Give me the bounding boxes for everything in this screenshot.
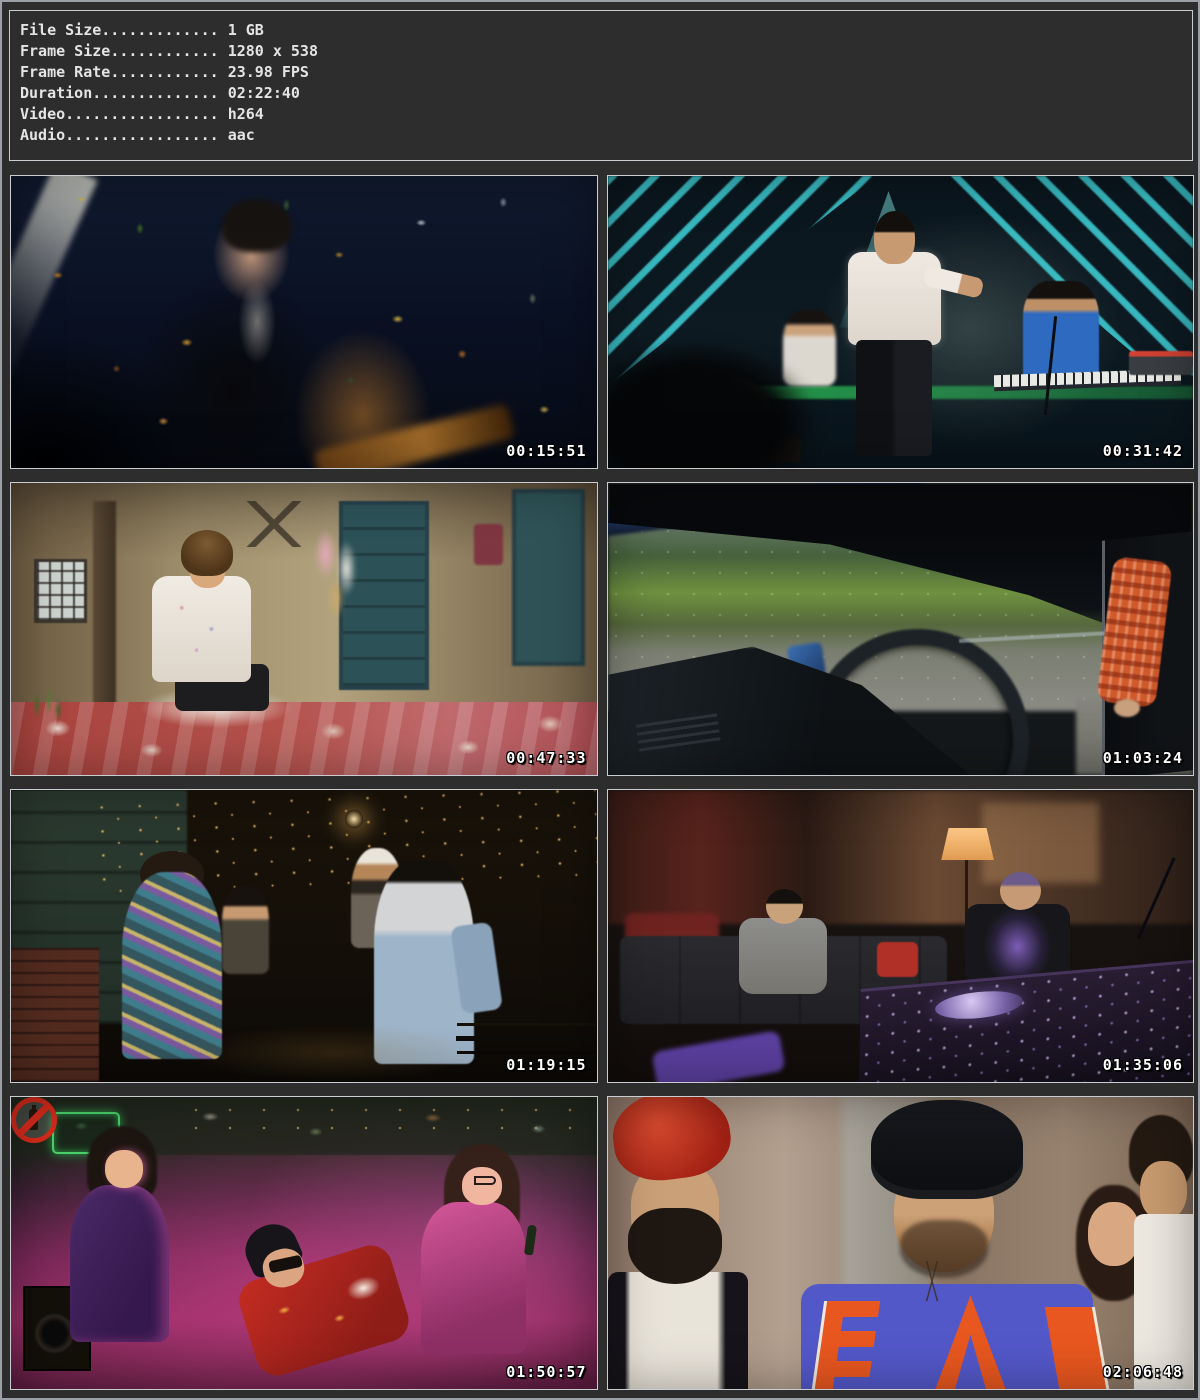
synth-module [1129, 351, 1193, 374]
info-dots: ................. [65, 105, 219, 123]
green-stage-light [748, 386, 1193, 399]
timestamp: 01:19:15 [506, 1056, 586, 1074]
teal-door-right [512, 489, 584, 666]
info-label: Frame Rate [20, 63, 110, 81]
file-info-row: Frame Size............ 1280 x 538 [20, 41, 1192, 62]
young-man-face [1140, 1161, 1187, 1219]
file-info-row: Duration.............. 02:22:40 [20, 83, 1192, 104]
window [34, 559, 87, 623]
man-hair [181, 530, 234, 577]
file-info-row: Audio................. aac [20, 125, 1192, 146]
media-info-sheet: { "page": { "background": "#2d2d2d", "fr… [0, 0, 1200, 1400]
file-info-row: Frame Rate............ 23.98 FPS [20, 62, 1192, 83]
man-white-shirt [152, 576, 252, 681]
man1-head [766, 889, 803, 924]
singer-shirt [848, 252, 942, 345]
ground-glow [187, 1024, 480, 1082]
info-value: aac [228, 126, 255, 144]
guitarist-figure [222, 886, 269, 974]
info-dots: ............. [101, 21, 218, 39]
info-dots: ............ [110, 42, 218, 60]
info-value: 1 GB [228, 21, 264, 39]
info-label: Audio [20, 126, 65, 144]
info-label: File Size [20, 21, 101, 39]
info-value: 23.98 FPS [228, 63, 309, 81]
singer-pants [856, 340, 932, 457]
video-screenshot-3: 00:47:33 [10, 482, 598, 776]
man-gray-sweatshirt [739, 918, 827, 994]
woman-right-face [462, 1167, 502, 1205]
video-screenshot-4: 01:03:24 [607, 482, 1195, 776]
timestamp: 01:35:06 [1103, 1056, 1183, 1074]
confetti-layer [11, 176, 597, 468]
video-screenshot-2: 00:31:42 [607, 175, 1195, 469]
info-dots: ............ [110, 63, 218, 81]
woman-left-face [105, 1150, 143, 1188]
wood-pillar [93, 501, 116, 717]
brick-wall [11, 948, 99, 1082]
black-beanie [871, 1100, 1023, 1199]
keyboardist-figure [1023, 281, 1099, 386]
file-info-row: Video................. h264 [20, 104, 1192, 125]
turban-man-shirt [608, 1272, 749, 1389]
timestamp: 02:06:48 [1103, 1363, 1183, 1381]
singer-head [874, 211, 915, 264]
info-value: 02:22:40 [228, 84, 300, 102]
video-screenshot-5: 01:19:15 [10, 789, 598, 1083]
woman-purple-hoodie [70, 1185, 170, 1343]
hanging-clothes [310, 524, 363, 623]
timestamp: 00:15:51 [506, 442, 586, 460]
video-screenshot-8: 02:06:48 [607, 1096, 1195, 1390]
studio-back-wall [608, 790, 1194, 924]
timestamp: 01:50:57 [506, 1363, 586, 1381]
woman-magenta-top [421, 1202, 526, 1354]
timestamp: 00:31:42 [1103, 442, 1183, 460]
wall-hanging [474, 524, 503, 565]
video-screenshot-7: ALCOHOL CONSUMPTION IS IN 01:50:57 [10, 1096, 598, 1390]
woman-face [1088, 1202, 1141, 1266]
neck-tattoo [912, 1261, 953, 1302]
file-info-box: File Size............. 1 GB Frame Size...… [9, 10, 1193, 161]
timestamp: 01:03:24 [1103, 749, 1183, 767]
info-label: Video [20, 105, 65, 123]
turban-man-beard [628, 1208, 722, 1284]
info-label: Duration [20, 84, 92, 102]
string-lights [187, 1103, 585, 1138]
info-dots: ................. [65, 126, 219, 144]
warm-window [982, 802, 1099, 884]
video-screenshot-6: 01:35:06 [607, 789, 1195, 1083]
info-value: 1280 x 538 [228, 42, 318, 60]
man2-head [1000, 872, 1041, 910]
info-label: Frame Size [20, 42, 110, 60]
plant [23, 682, 70, 729]
screenshot-grid: 00:15:51 00:31:42 [10, 175, 1194, 1390]
floor-lamp [941, 828, 994, 860]
red-pillow [877, 942, 918, 977]
timestamp: 00:47:33 [506, 749, 586, 767]
no-alcohol-icon [11, 1097, 57, 1143]
info-dots: .............. [92, 84, 218, 102]
lattice-frame [233, 501, 315, 548]
info-value: h264 [228, 105, 264, 123]
round-glasses [465, 1176, 496, 1185]
video-screenshot-1: 00:15:51 [10, 175, 598, 469]
file-info-row: File Size............. 1 GB [20, 20, 1192, 41]
